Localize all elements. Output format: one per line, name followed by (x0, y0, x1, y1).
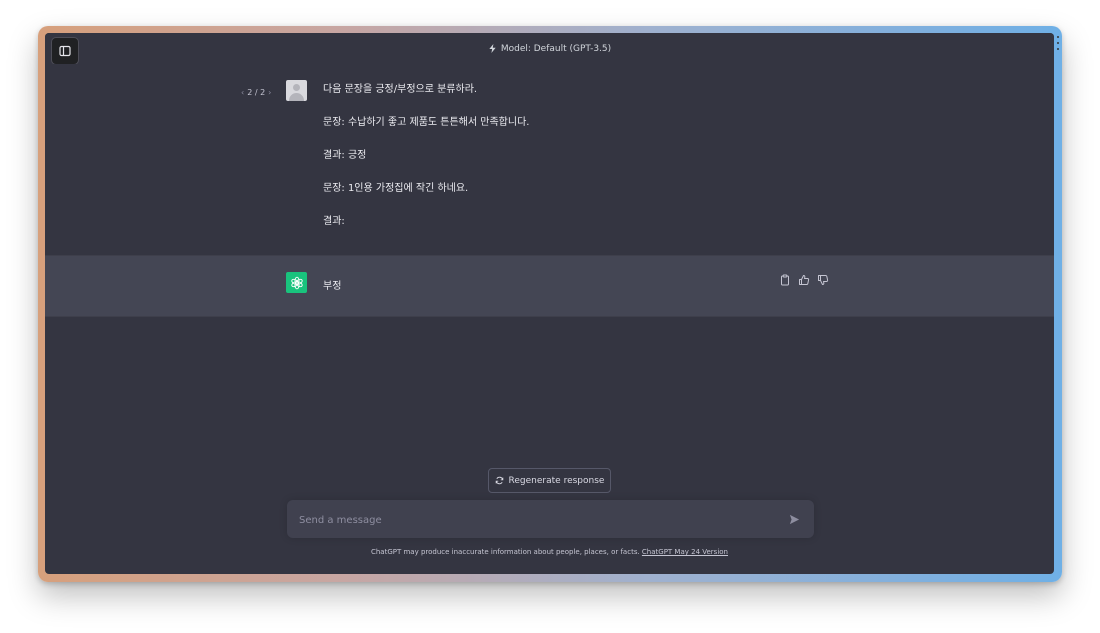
pager-text: 2 / 2 (247, 88, 266, 97)
avatar-body (289, 93, 304, 101)
model-indicator: Model: Default (GPT-3.5) (488, 44, 611, 54)
sidebar-toggle-button[interactable] (51, 37, 79, 65)
user-avatar (286, 80, 307, 101)
chat-window: Model: Default (GPT-3.5) ‹ 2 / 2 › 다음 문장… (45, 33, 1054, 574)
top-bar: Model: Default (GPT-3.5) (45, 33, 1054, 65)
message-actions (779, 274, 829, 286)
chatgpt-logo-icon (286, 272, 307, 293)
model-label: Model: Default (GPT-3.5) (500, 43, 612, 54)
version-link[interactable]: ChatGPT May 24 Version (642, 548, 728, 556)
user-message-line: 문장: 1인용 가정집에 작긴 하네요. (323, 183, 469, 194)
response-pager: ‹ 2 / 2 › (241, 88, 271, 97)
regenerate-label: Regenerate response (508, 475, 605, 486)
sidebar-toggle-icon (59, 45, 71, 57)
assistant-message-row: 부정 (45, 255, 1054, 317)
lightning-bolt-icon (489, 44, 496, 53)
pager-next-icon[interactable]: › (268, 88, 271, 97)
assistant-message: 부정 (323, 281, 342, 292)
refresh-icon (495, 476, 503, 485)
footer-disclaimer: ChatGPT may produce inaccurate informati… (45, 548, 1054, 556)
user-message-line: 다음 문장을 긍정/부정으로 분류하라. (323, 84, 478, 95)
message-composer (287, 500, 814, 538)
user-message-line: 문장: 수납하기 좋고 제품도 튼튼해서 만족합니다. (323, 117, 530, 128)
user-message-line: 결과: 긍정 (323, 150, 367, 161)
window-menu-grip[interactable] (1056, 36, 1060, 50)
clipboard-icon[interactable] (779, 274, 791, 286)
send-icon (789, 514, 799, 524)
avatar-head (293, 84, 300, 91)
pager-prev-icon[interactable]: ‹ (241, 88, 244, 97)
user-message: 다음 문장을 긍정/부정으로 분류하라. 문장: 수납하기 좋고 제품도 튼튼해… (323, 84, 529, 249)
thumbs-up-icon[interactable] (798, 274, 810, 286)
disclaimer-text: ChatGPT may produce inaccurate informati… (370, 548, 642, 556)
thumbs-down-icon[interactable] (817, 274, 829, 286)
user-message-row: ‹ 2 / 2 › 다음 문장을 긍정/부정으로 분류하라. 문장: 수납하기 … (45, 64, 1054, 255)
user-message-line: 결과: (323, 216, 345, 227)
send-button[interactable] (787, 512, 801, 526)
openai-knot-icon (290, 276, 303, 289)
regenerate-response-button[interactable]: Regenerate response (488, 468, 611, 493)
message-input[interactable] (297, 509, 771, 531)
